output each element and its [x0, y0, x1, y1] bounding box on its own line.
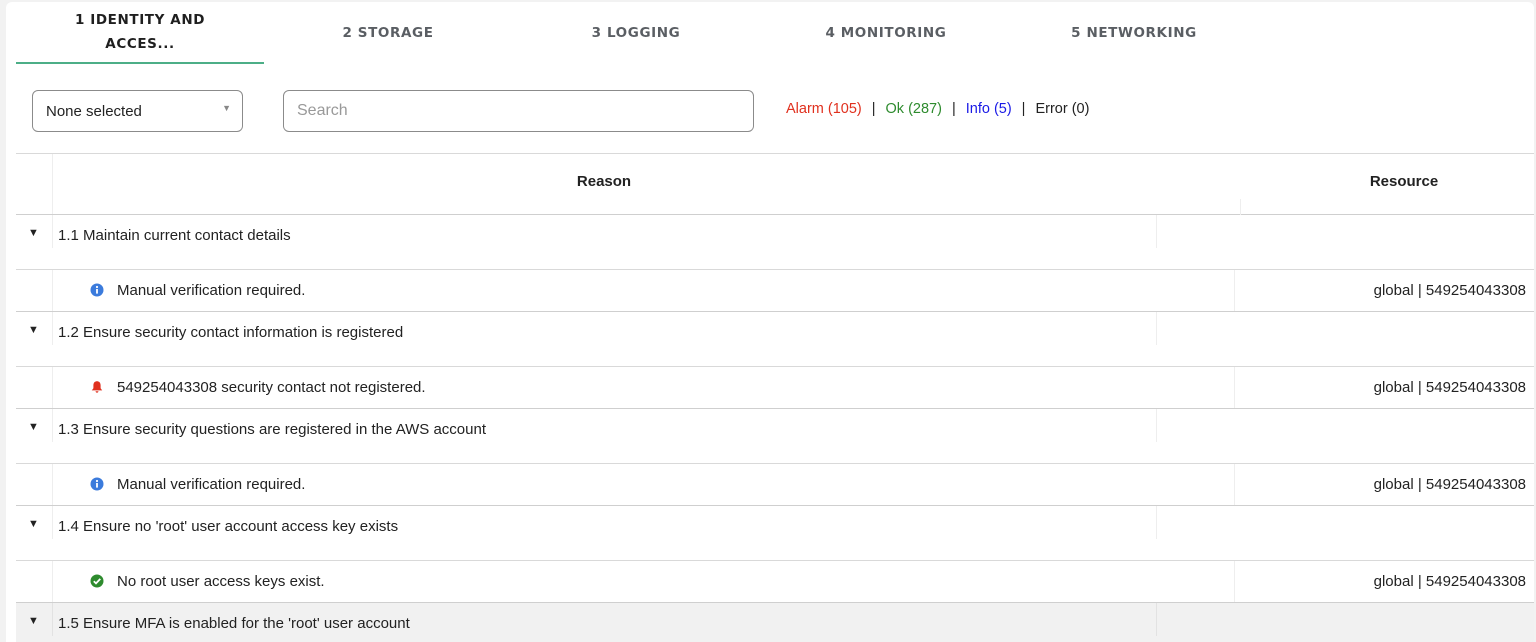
- row-reason: 549254043308 security contact not regist…: [117, 379, 426, 396]
- tab-label-line1: 1 IDENTITY AND: [74, 12, 206, 28]
- tab-label: 3 LOGGING: [591, 25, 681, 41]
- separator: |: [871, 101, 876, 117]
- row-resource: global | 549254043308: [1373, 573, 1526, 590]
- collapse-caret-icon[interactable]: ▼: [28, 615, 39, 627]
- results-table: Reason Resource ▼ 1.1 Maintain current c…: [16, 153, 1534, 642]
- table-header: Reason Resource: [16, 153, 1534, 215]
- column-header-resource[interactable]: Resource: [1164, 173, 1534, 190]
- control-title: 1.3 Ensure security questions are regist…: [58, 421, 487, 438]
- control-group-row[interactable]: ▼ 1.1 Maintain current contact details: [16, 215, 1534, 270]
- control-group-row[interactable]: ▼ 1.5 Ensure MFA is enabled for the 'roo…: [16, 603, 1534, 642]
- column-header-reason[interactable]: Reason: [52, 173, 1156, 190]
- tab-label: 2 STORAGE: [342, 25, 434, 41]
- control-title: 1.4 Ensure no 'root' user account access…: [58, 518, 399, 535]
- tab-label: 5 NETWORKING: [1071, 25, 1197, 41]
- info-count[interactable]: Info (5): [966, 101, 1012, 117]
- tab-storage[interactable]: 2 STORAGE: [264, 2, 512, 64]
- collapse-caret-icon[interactable]: ▼: [28, 324, 39, 336]
- table-row: 549254043308 security contact not regist…: [16, 367, 1534, 409]
- alarm-count[interactable]: Alarm (105): [786, 101, 862, 117]
- collapse-caret-icon[interactable]: ▼: [28, 518, 39, 530]
- ok-check-icon: [90, 574, 104, 588]
- table-row: No root user access keys exist. global |…: [16, 561, 1534, 603]
- alarm-bell-icon: [91, 381, 103, 393]
- collapse-caret-icon[interactable]: ▼: [28, 227, 39, 239]
- control-title: 1.5 Ensure MFA is enabled for the 'root'…: [58, 615, 410, 632]
- info-circle-icon: [90, 283, 104, 297]
- control-title: 1.2 Ensure security contact information …: [58, 324, 404, 341]
- table-row: Manual verification required. global | 5…: [16, 270, 1534, 312]
- tab-identity-and-access[interactable]: 1 IDENTITY AND ACCES...: [16, 2, 264, 64]
- tab-logging[interactable]: 3 LOGGING: [512, 2, 760, 64]
- select-value: None selected: [46, 102, 142, 120]
- section-tabs: 1 IDENTITY AND ACCES... 2 STORAGE 3 LOGG…: [6, 2, 1534, 66]
- tab-networking[interactable]: 5 NETWORKING: [1010, 2, 1258, 64]
- tab-monitoring[interactable]: 4 MONITORING: [762, 2, 1010, 64]
- dropdown-arrow-icon: ▼: [222, 103, 231, 113]
- error-count[interactable]: Error (0): [1035, 101, 1089, 117]
- search-input[interactable]: [283, 90, 754, 132]
- status-counts: Alarm (105) | Ok (287) | Info (5) | Erro…: [786, 101, 1089, 117]
- separator: |: [951, 101, 956, 117]
- control-group-row[interactable]: ▼ 1.4 Ensure no 'root' user account acce…: [16, 506, 1534, 561]
- status-filter-select[interactable]: None selected ▼: [32, 90, 243, 132]
- tab-label-line2: ACCES...: [105, 36, 175, 52]
- ok-count[interactable]: Ok (287): [886, 101, 942, 117]
- row-resource: global | 549254043308: [1373, 379, 1526, 396]
- row-reason: Manual verification required.: [117, 282, 306, 299]
- control-title: 1.1 Maintain current contact details: [58, 227, 291, 244]
- collapse-caret-icon[interactable]: ▼: [28, 421, 39, 433]
- separator: |: [1021, 101, 1026, 117]
- tab-label: 4 MONITORING: [825, 25, 947, 41]
- row-resource: global | 549254043308: [1373, 282, 1526, 299]
- row-reason: No root user access keys exist.: [117, 573, 325, 590]
- control-group-row[interactable]: ▼ 1.2 Ensure security contact informatio…: [16, 312, 1534, 367]
- control-group-row[interactable]: ▼ 1.3 Ensure security questions are regi…: [16, 409, 1534, 464]
- row-resource: global | 549254043308: [1373, 476, 1526, 493]
- row-reason: Manual verification required.: [117, 476, 306, 493]
- info-circle-icon: [90, 477, 104, 491]
- benchmark-panel: 1 IDENTITY AND ACCES... 2 STORAGE 3 LOGG…: [6, 2, 1534, 642]
- table-row: Manual verification required. global | 5…: [16, 464, 1534, 506]
